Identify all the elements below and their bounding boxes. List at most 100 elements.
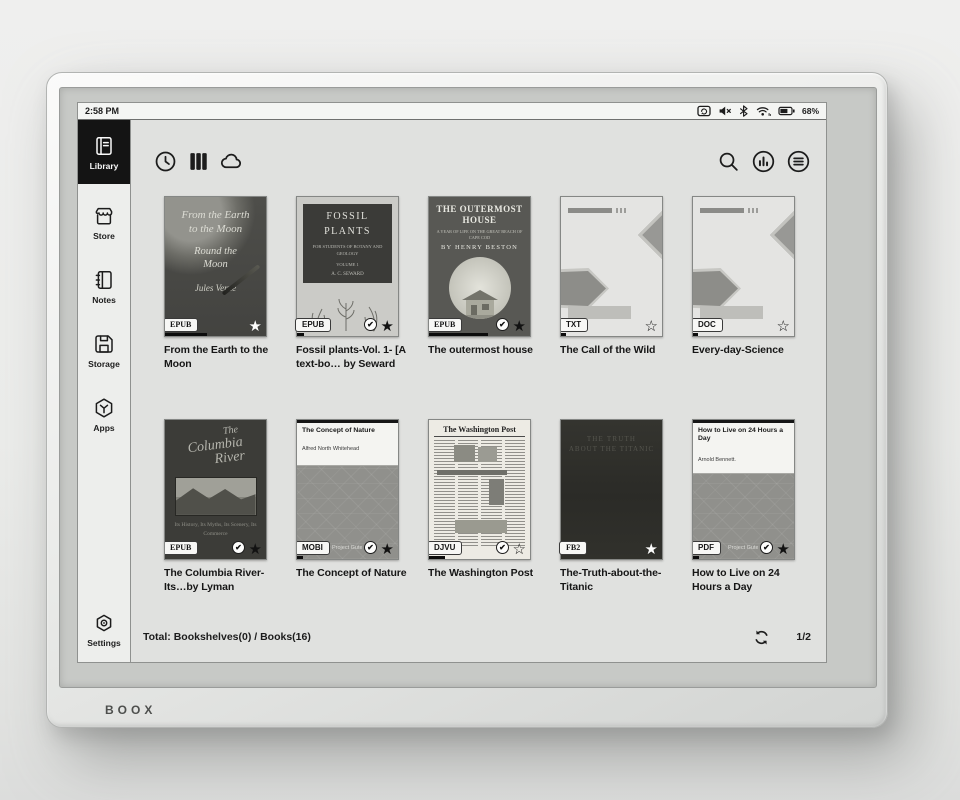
sidebar-item-notes[interactable]: Notes — [78, 260, 130, 313]
favorite-star-icon[interactable]: ★ — [513, 318, 526, 336]
cover-title: From the Earth to the Moon — [179, 208, 253, 237]
sidebar-item-apps[interactable]: Apps — [78, 388, 130, 441]
reading-progress-bar — [561, 333, 566, 336]
favorite-star-icon[interactable]: ★ — [381, 318, 394, 336]
statistics-button[interactable] — [750, 148, 776, 174]
favorite-star-icon[interactable]: ★ — [777, 541, 790, 559]
book-cover[interactable]: From the Earth to the Moon Round the Moo… — [164, 196, 267, 337]
sidebar: Library Store Notes Storage — [78, 120, 131, 662]
book-item[interactable]: The Concept of Nature Alfred North White… — [296, 419, 399, 594]
book-cover[interactable]: FOSSIL PLANTS FOR STUDENTS OF BOTANY AND… — [296, 196, 399, 337]
sidebar-item-label: Apps — [93, 423, 114, 433]
book-cover[interactable]: THE OUTERMOST HOUSE A YEAR OF LIFE ON TH… — [428, 196, 531, 337]
favorite-star-icon[interactable]: ★ — [249, 318, 262, 336]
placeholder-ticks-art — [616, 208, 627, 213]
format-badge: EPUB — [164, 318, 198, 332]
format-badge: FB2 — [559, 541, 587, 555]
library-footer: Total: Bookshelves(0) / Books(16) 1/2 — [131, 618, 826, 662]
cover-footer-text: Project Gutenberg — [728, 545, 758, 551]
volume-muted-icon — [718, 105, 732, 117]
sidebar-item-store[interactable]: Store — [78, 196, 130, 249]
newspaper-photo-art — [478, 447, 497, 462]
placeholder-diamond-art — [770, 211, 795, 259]
format-badge: PDF — [692, 541, 721, 555]
cover-author: Arnold Bennett. — [698, 457, 789, 463]
landscape-photo-art — [175, 477, 257, 516]
cover-subtitle: Its History, Its Myths, Its Scenery, Its… — [170, 521, 262, 539]
sidebar-item-label: Library — [90, 161, 119, 171]
reading-progress-bar — [693, 333, 698, 336]
read-check-icon: ✔ — [760, 541, 773, 554]
read-check-icon: ✔ — [364, 541, 377, 554]
book-item[interactable]: DOC ☆ Every-day-Science — [692, 196, 795, 419]
book-cover[interactable]: The Washington Post DJVU ✔ — [428, 419, 531, 560]
book-item[interactable]: The Washington Post DJVU ✔ — [428, 419, 531, 594]
wifi-icon — [756, 105, 771, 117]
library-app-panel: 2:58 PM 68% Library — [77, 102, 827, 663]
book-title: Fossil plants-Vol. 1- [A text-bo… by Sew… — [296, 344, 408, 371]
book-item[interactable]: The Columbia River Its History, Its Myth… — [164, 419, 267, 594]
cover-subtitle: FOR STUDENTS OF BOTANY AND GEOLOGY — [306, 243, 389, 257]
sidebar-item-label: Notes — [92, 295, 116, 305]
book-title: The Columbia River-Its…by Lyman — [164, 567, 276, 594]
book-item[interactable]: From the Earth to the Moon Round the Moo… — [164, 196, 267, 419]
book-item[interactable]: FOSSIL PLANTS FOR STUDENTS OF BOTANY AND… — [296, 196, 399, 419]
book-cover[interactable]: The Concept of Nature Alfred North White… — [296, 419, 399, 560]
cover-title-line: ABOUT THE TITANIC — [561, 445, 662, 453]
book-cover[interactable]: TXT ☆ — [560, 196, 663, 337]
format-badge: EPUB — [295, 318, 331, 332]
sidebar-item-label: Storage — [88, 359, 120, 369]
placeholder-arrow-art — [560, 268, 609, 309]
book-cover[interactable]: How to Live on 24 Hours a Day Arnold Ben… — [692, 419, 795, 560]
favorite-star-icon[interactable]: ★ — [381, 541, 394, 559]
book-item[interactable]: How to Live on 24 Hours a Day Arnold Ben… — [692, 419, 795, 594]
reading-progress-bar — [165, 333, 207, 336]
book-cover[interactable]: THE TRUTH ABOUT THE TITANIC FB2 ★ — [560, 419, 663, 560]
favorite-star-icon[interactable]: ★ — [645, 541, 658, 559]
refresh-button[interactable] — [753, 629, 770, 646]
search-icon — [716, 149, 741, 174]
cover-header: How to Live on 24 Hours a Day Arnold Ben… — [693, 420, 794, 474]
page-indicator[interactable]: 1/2 — [796, 631, 811, 643]
book-cover[interactable]: The Columbia River Its History, Its Myth… — [164, 419, 267, 560]
sidebar-item-library[interactable]: Library — [78, 120, 130, 184]
menu-button[interactable] — [785, 148, 811, 174]
book-item[interactable]: THE OUTERMOST HOUSE A YEAR OF LIFE ON TH… — [428, 196, 531, 419]
statistics-icon — [751, 149, 776, 174]
favorite-star-icon[interactable]: ☆ — [777, 318, 790, 336]
library-content: From the Earth to the Moon Round the Moo… — [131, 120, 826, 662]
library-toolbar — [131, 120, 826, 196]
cloud-button[interactable] — [218, 148, 244, 174]
sidebar-item-settings[interactable]: Settings — [78, 603, 130, 656]
clock-icon — [153, 149, 178, 174]
cover-title: The Concept of Nature — [302, 427, 393, 435]
status-icons: 68% — [697, 105, 819, 117]
placeholder-diamond-art — [638, 211, 663, 259]
cover-volume: VOLUME 1 — [306, 261, 389, 268]
format-badge: EPUB — [164, 541, 198, 555]
book-title: The Washington Post — [428, 567, 540, 581]
placeholder-bar-art — [568, 208, 612, 213]
book-cover[interactable]: DOC ☆ — [692, 196, 795, 337]
book-item[interactable]: THE TRUTH ABOUT THE TITANIC FB2 ★ The-Tr… — [560, 419, 663, 594]
sidebar-item-storage[interactable]: Storage — [78, 324, 130, 377]
newspaper-photo-art — [454, 445, 475, 462]
newspaper-headline-art — [437, 470, 507, 475]
cover-subtitle: Round the Moon — [188, 245, 244, 272]
favorite-star-icon[interactable]: ☆ — [513, 541, 526, 559]
cover-header: FOSSIL PLANTS FOR STUDENTS OF BOTANY AND… — [303, 204, 392, 283]
bookshelf-button[interactable] — [185, 148, 211, 174]
favorite-star-icon[interactable]: ☆ — [645, 318, 658, 336]
reading-progress-bar — [297, 556, 303, 559]
search-button[interactable] — [715, 148, 741, 174]
cover-author: BY HENRY BESTON — [429, 244, 530, 251]
favorite-star-icon[interactable]: ★ — [249, 541, 262, 559]
cover-title: The Columbia River — [164, 422, 267, 474]
reading-progress-bar — [693, 556, 699, 559]
book-item[interactable]: TXT ☆ The Call of the Wild — [560, 196, 663, 419]
recent-files-button[interactable] — [152, 148, 178, 174]
format-badge: MOBI — [296, 541, 330, 555]
notes-icon — [93, 269, 115, 291]
book-title: The Concept of Nature — [296, 567, 408, 581]
book-grid: From the Earth to the Moon Round the Moo… — [131, 196, 826, 594]
